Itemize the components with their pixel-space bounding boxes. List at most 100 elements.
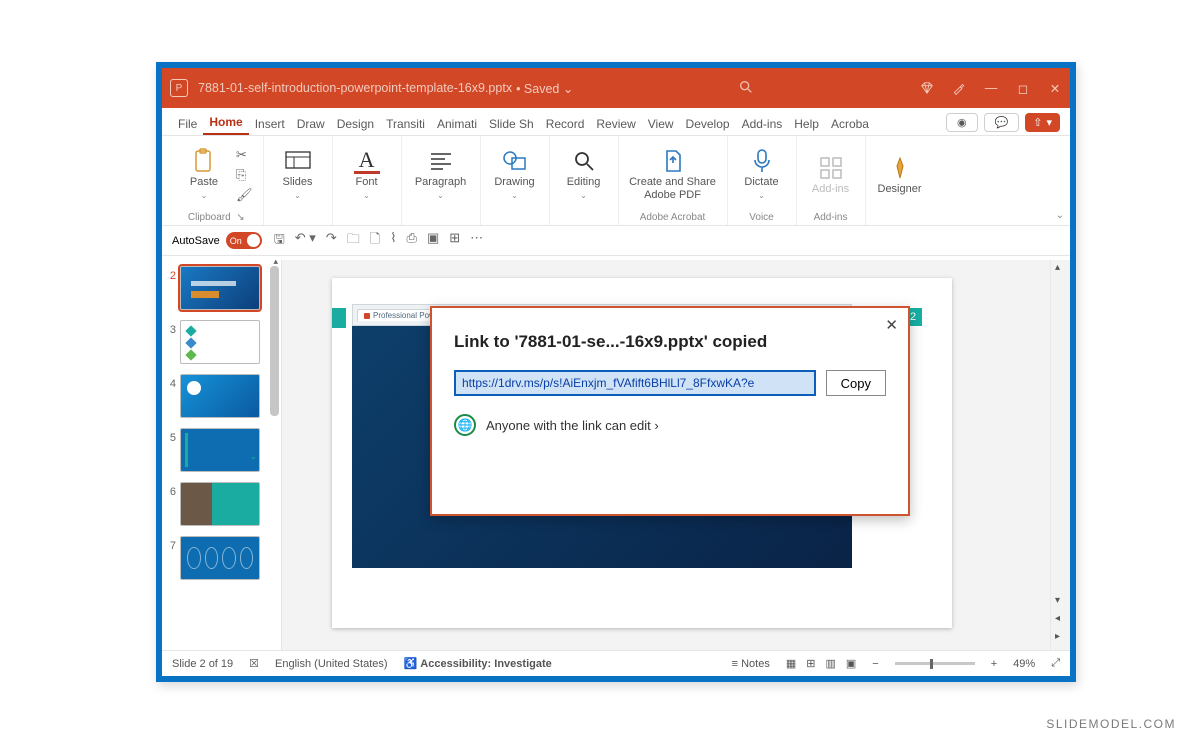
share-link-dialog: ✕ Link to '7881-01-se...-16x9.pptx' copi…	[430, 306, 910, 516]
zoom-in-icon[interactable]: +	[991, 658, 997, 670]
format-painter-icon[interactable]: 🖌	[236, 187, 253, 203]
font-button[interactable]: A Font⌄	[343, 148, 391, 201]
comments-button[interactable]: 💬	[984, 113, 1020, 132]
addins-button[interactable]: Add-ins	[807, 155, 855, 196]
group-paragraph: Paragraph⌄	[402, 136, 481, 225]
search-icon[interactable]	[738, 79, 756, 97]
accessibility-status[interactable]: ♿ Accessibility: Investigate	[404, 657, 552, 670]
tab-record[interactable]: Record	[540, 113, 591, 135]
collapse-ribbon-icon[interactable]: ⌄	[1056, 210, 1064, 221]
next-slide-triangle-icon[interactable]: ▸	[1055, 631, 1060, 642]
print-icon[interactable]: ⎙	[407, 230, 417, 252]
normal-view-icon[interactable]: ▦	[786, 657, 796, 670]
eyedropper-icon[interactable]	[952, 81, 966, 95]
tab-transitions[interactable]: Transiti	[380, 113, 431, 135]
copy-button[interactable]: Copy	[826, 370, 886, 396]
document-filename[interactable]: 7881-01-self-introduction-powerpoint-tem…	[198, 81, 512, 95]
tab-design[interactable]: Design	[331, 113, 380, 135]
tab-home[interactable]: Home	[203, 111, 248, 135]
attach-icon[interactable]: ⌇	[390, 230, 396, 252]
scroll-down-arrow-icon[interactable]: ▾	[1055, 595, 1060, 606]
scroll-up-arrow-icon[interactable]: ▴	[1055, 262, 1060, 273]
thumb-number: 5	[164, 428, 176, 444]
slide-thumbnail[interactable]: 2	[164, 266, 277, 310]
tab-acrobat[interactable]: Acroba	[825, 113, 875, 135]
present-icon[interactable]: ▣	[427, 230, 439, 252]
tab-slideshow[interactable]: Slide Sh	[483, 113, 540, 135]
more-qat-icon[interactable]: ⋯	[470, 230, 483, 252]
reading-view-icon[interactable]: ▥	[825, 657, 835, 670]
tab-animations[interactable]: Animati	[431, 113, 483, 135]
tab-developer[interactable]: Develop	[680, 113, 736, 135]
sorter-view-icon[interactable]: ⊞	[806, 657, 815, 670]
group-designer: Designer	[866, 136, 934, 225]
copy-icon[interactable]: ⎘	[236, 167, 253, 183]
zoom-out-icon[interactable]: −	[872, 658, 878, 670]
tab-help[interactable]: Help	[788, 113, 825, 135]
save-icon[interactable]: 🖫	[274, 230, 285, 252]
slide-thumbnail[interactable]: 4	[164, 374, 277, 418]
tab-draw[interactable]: Draw	[291, 113, 331, 135]
group-font: A Font⌄	[333, 136, 402, 225]
new-file-icon[interactable]: 🗋	[370, 230, 380, 252]
tab-review[interactable]: Review	[590, 113, 641, 135]
diamond-icon[interactable]	[920, 81, 934, 95]
spellcheck-icon[interactable]: ☒	[249, 657, 259, 670]
dictate-button[interactable]: Dictate⌄	[738, 148, 786, 201]
paragraph-button[interactable]: Paragraph⌄	[412, 148, 470, 201]
tab-insert[interactable]: Insert	[249, 113, 291, 135]
autosave-toggle[interactable]: On	[226, 232, 262, 249]
group-voice: Dictate⌄ Voice	[728, 136, 797, 225]
redo-icon[interactable]: ↷	[326, 230, 337, 252]
share-url-field[interactable]: https://1drv.ms/p/s!AiEnxjm_fVAfift6BHlL…	[454, 370, 816, 396]
tab-view[interactable]: View	[642, 113, 680, 135]
prev-slide-triangle-icon[interactable]: ◂	[1055, 613, 1060, 624]
undo-icon[interactable]: ↶ ▾	[295, 230, 316, 252]
adobe-pdf-button[interactable]: Create and Share Adobe PDF	[629, 148, 717, 201]
fit-window-icon[interactable]: ⤢	[1051, 657, 1060, 670]
dialog-close-icon[interactable]: ✕	[885, 316, 898, 334]
quick-access-toolbar: AutoSave On 🖫 ↶ ▾ ↷ 🗀 🗋 ⌇ ⎙ ▣ ⊞ ⋯	[162, 226, 1070, 256]
share-button[interactable]: ⇧▾	[1025, 113, 1060, 132]
thumb-number: 6	[164, 482, 176, 498]
paragraph-icon	[428, 148, 454, 174]
permission-row[interactable]: 🌐 Anyone with the link can edit ›	[454, 414, 886, 436]
zoom-slider[interactable]	[895, 662, 975, 665]
slideshow-view-icon[interactable]: ▣	[846, 657, 856, 670]
slide-accent-tab	[332, 308, 346, 328]
tab-addins[interactable]: Add-ins	[736, 113, 789, 135]
editing-button[interactable]: Editing⌄	[560, 148, 608, 201]
maximize-icon[interactable]: ◻	[1016, 81, 1030, 96]
notes-button[interactable]: ≡ Notes	[732, 658, 770, 670]
autosave-label: AutoSave	[172, 235, 220, 247]
designer-button[interactable]: Designer	[876, 155, 924, 196]
minimize-icon[interactable]: —	[984, 81, 998, 95]
ribbon: Paste⌄ ✂ ⎘ 🖌 Clipboard ↘ Slides⌄ A Font⌄	[162, 136, 1070, 226]
saved-indicator[interactable]: • Saved ⌄	[516, 81, 573, 96]
thumbnail-scrollbar[interactable]	[270, 266, 279, 416]
thumb-number: 2	[164, 266, 176, 282]
powerpoint-logo-icon: P	[170, 79, 188, 97]
thumb-number: 7	[164, 536, 176, 552]
zoom-percent[interactable]: 49%	[1013, 658, 1035, 670]
tab-file[interactable]: File	[172, 113, 203, 135]
slide-thumbnail[interactable]: 3	[164, 320, 277, 364]
ribbon-tabs: File Home Insert Draw Design Transiti An…	[162, 108, 1070, 136]
language-indicator[interactable]: English (United States)	[275, 658, 388, 670]
close-icon[interactable]: ✕	[1048, 81, 1062, 96]
paste-button[interactable]: Paste⌄	[180, 148, 228, 201]
cut-icon[interactable]: ✂	[236, 147, 253, 163]
slide-thumbnail[interactable]: 5 ”	[164, 428, 277, 472]
drawing-button[interactable]: Drawing⌄	[491, 148, 539, 201]
camera-button[interactable]: ◉	[946, 113, 978, 132]
slide-thumbnail[interactable]: 7	[164, 536, 277, 580]
slide-counter[interactable]: Slide 2 of 19	[172, 658, 233, 670]
canvas-vertical-scrollbar[interactable]: ▴ ▾ ◂ ▸	[1050, 260, 1070, 650]
slides-button[interactable]: Slides⌄	[274, 148, 322, 201]
slide-thumbnail[interactable]: 6	[164, 482, 277, 526]
status-bar: Slide 2 of 19 ☒ English (United States) …	[162, 650, 1070, 676]
globe-icon: 🌐	[454, 414, 476, 436]
pdf-icon	[660, 148, 686, 174]
layout-icon[interactable]: ⊞	[449, 230, 460, 252]
open-folder-icon[interactable]: 🗀	[347, 230, 360, 252]
